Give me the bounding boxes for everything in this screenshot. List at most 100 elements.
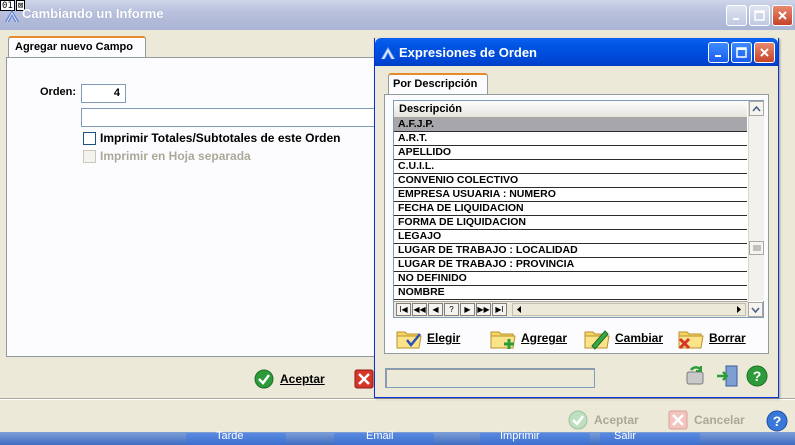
table-row[interactable]: NO DEFINIDO bbox=[394, 272, 747, 286]
scroll-thumb[interactable] bbox=[749, 241, 764, 255]
expresiones-dialog: Expresiones de Orden Por Descripción Des… bbox=[374, 38, 779, 398]
aceptar-button[interactable]: Aceptar bbox=[254, 369, 325, 389]
table-row[interactable]: A.R.T. bbox=[394, 132, 747, 146]
help-icon[interactable]: ? bbox=[745, 364, 769, 388]
imprimir-hoja-label: Imprimir en Hoja separada bbox=[100, 149, 251, 163]
taskbar: Tarde Email Imprimir Salir bbox=[0, 430, 795, 445]
svg-text:?: ? bbox=[773, 413, 782, 429]
nav-first-button[interactable]: I◀ bbox=[396, 303, 411, 316]
cambiar-label: Cambiar bbox=[615, 331, 664, 345]
close-icon bbox=[760, 48, 769, 57]
green-check-icon bbox=[568, 410, 588, 430]
nav-prev-button[interactable]: ◀ bbox=[428, 303, 443, 316]
agregar-button[interactable]: Agregar bbox=[489, 326, 567, 350]
dialog-tool-icons: ? bbox=[683, 364, 769, 388]
bottom-separator bbox=[0, 398, 795, 400]
green-check-icon bbox=[254, 369, 274, 389]
table-row[interactable]: EMPRESA USUARIA : NUMERO bbox=[394, 188, 747, 202]
bottom-cancelar-label: Cancelar bbox=[694, 413, 745, 427]
table-row[interactable]: LUGAR DE TRABAJO : LOCALIDAD bbox=[394, 244, 747, 258]
main-window-title: Cambiando un Informe bbox=[22, 6, 164, 21]
table-row[interactable]: C.U.I.L. bbox=[394, 160, 747, 174]
imprimir-totales-label[interactable]: Imprimir Totales/Subtotales de este Orde… bbox=[100, 131, 341, 145]
nav-next-page-button[interactable]: ▶▶ bbox=[476, 303, 491, 316]
column-header-descripcion[interactable]: Descripción bbox=[394, 101, 747, 118]
dialog-minimize-button[interactable] bbox=[708, 42, 729, 63]
maximize-icon bbox=[754, 10, 765, 21]
nav-search-button[interactable]: ? bbox=[444, 303, 459, 316]
red-x-icon bbox=[668, 410, 688, 430]
minimize-icon bbox=[714, 54, 721, 57]
nav-prev-page-button[interactable]: ◀◀ bbox=[412, 303, 427, 316]
maximize-icon bbox=[736, 47, 747, 58]
grid-rows: A.F.J.P. A.R.T. APELLIDO C.U.I.L. CONVEN… bbox=[394, 118, 747, 300]
orden-input[interactable]: 4 bbox=[81, 84, 126, 103]
aceptar-label: Aceptar bbox=[280, 372, 325, 386]
elegir-button[interactable]: Elegir bbox=[395, 326, 460, 350]
grip-icon bbox=[752, 245, 761, 251]
taskbar-item[interactable]: Salir bbox=[600, 430, 700, 445]
dialog-close-button[interactable] bbox=[754, 42, 775, 63]
bottom-cancelar-button[interactable]: Cancelar bbox=[668, 410, 745, 430]
dialog-maximize-button[interactable] bbox=[731, 42, 752, 63]
cancelar-button[interactable] bbox=[354, 369, 374, 389]
taskbar-item[interactable]: Tarde bbox=[186, 430, 286, 445]
table-row[interactable]: LUGAR DE TRABAJO : PROVINCIA bbox=[394, 258, 747, 272]
table-row[interactable]: CONVENIO COLECTIVO bbox=[394, 174, 747, 188]
nav-last-button[interactable]: ▶I bbox=[492, 303, 507, 316]
main-title-bar: 01 ⊠ Cambiando un Informe bbox=[0, 0, 795, 30]
dialog-status-field bbox=[385, 368, 595, 388]
close-icon bbox=[778, 11, 787, 20]
main-minimize-button[interactable] bbox=[726, 5, 747, 26]
folder-check-icon bbox=[396, 331, 422, 349]
folder-add-icon bbox=[490, 331, 516, 349]
main-maximize-button[interactable] bbox=[749, 5, 770, 26]
imprimir-totales-checkbox[interactable] bbox=[83, 132, 96, 145]
table-row[interactable]: NOMBRE bbox=[394, 286, 747, 300]
chevron-up-icon bbox=[752, 105, 761, 112]
imprimir-hoja-checkbox bbox=[83, 150, 96, 163]
nav-next-button[interactable]: ▶ bbox=[460, 303, 475, 316]
expression-input[interactable] bbox=[81, 108, 383, 127]
chevron-right-icon[interactable] bbox=[733, 304, 745, 315]
record-navigator: I◀ ◀◀ ◀ ? ▶ ▶▶ ▶I bbox=[394, 301, 748, 317]
table-row[interactable]: A.F.J.P. bbox=[394, 118, 747, 132]
scroll-down-button[interactable] bbox=[748, 302, 763, 317]
cambiar-button[interactable]: Cambiar bbox=[583, 326, 663, 350]
table-row[interactable]: FORMA DE LIQUIDACION bbox=[394, 216, 747, 230]
elegir-label: Elegir bbox=[427, 331, 461, 345]
tab-agregar-nuevo-campo[interactable]: Agregar nuevo Campo bbox=[8, 36, 146, 58]
feather-icon bbox=[5, 10, 19, 23]
help-icon: ? bbox=[766, 410, 788, 432]
svg-text:?: ? bbox=[753, 368, 762, 384]
dialog-title: Expresiones de Orden bbox=[399, 45, 537, 60]
folder-edit-icon bbox=[584, 330, 610, 350]
refresh-icon[interactable] bbox=[683, 364, 709, 388]
folder-delete-icon bbox=[678, 331, 704, 350]
minimize-icon bbox=[732, 17, 739, 20]
tab-por-descripcion[interactable]: Por Descripción bbox=[388, 73, 488, 95]
taskbar-item[interactable]: Email bbox=[334, 430, 434, 445]
table-row[interactable]: FECHA DE LIQUIDACION bbox=[394, 202, 747, 216]
taskbar-item[interactable]: Imprimir bbox=[480, 430, 590, 445]
red-x-icon bbox=[354, 369, 374, 389]
agregar-label: Agregar bbox=[521, 331, 568, 345]
orden-label: Orden: bbox=[40, 86, 77, 98]
vertical-scrollbar[interactable] bbox=[748, 101, 764, 301]
scroll-up-button[interactable] bbox=[749, 101, 764, 116]
borrar-label: Borrar bbox=[709, 331, 746, 345]
table-row[interactable]: APELLIDO bbox=[394, 146, 747, 160]
borrar-button[interactable]: Borrar bbox=[677, 326, 746, 350]
bottom-aceptar-label: Aceptar bbox=[594, 413, 639, 427]
chevron-left-icon[interactable] bbox=[513, 304, 525, 315]
dialog-title-bar: Expresiones de Orden bbox=[375, 38, 778, 66]
main-close-button[interactable] bbox=[772, 5, 793, 26]
table-row[interactable]: LEGAJO bbox=[394, 230, 747, 244]
bottom-aceptar-button[interactable]: Aceptar bbox=[568, 410, 639, 430]
expressions-grid[interactable]: Descripción A.F.J.P. A.R.T. APELLIDO C.U… bbox=[393, 100, 764, 318]
chevron-down-icon bbox=[751, 306, 760, 313]
feather-icon bbox=[381, 47, 395, 60]
main-tab-panel bbox=[6, 57, 382, 357]
horizontal-scrollbar[interactable] bbox=[512, 303, 746, 316]
exit-door-icon[interactable] bbox=[715, 364, 739, 388]
